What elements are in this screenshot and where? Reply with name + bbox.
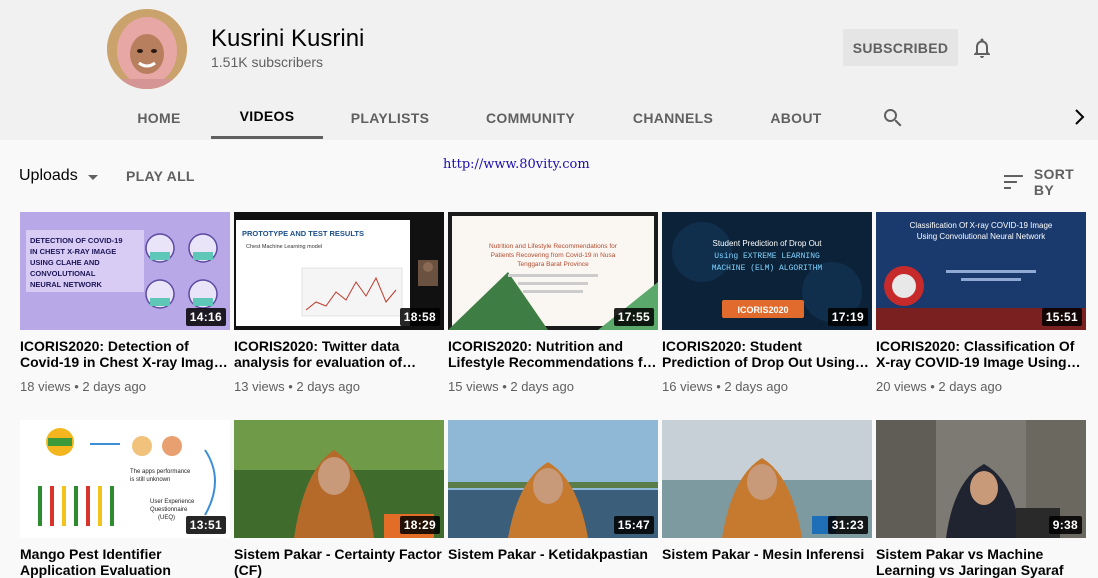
thumb-text-2: MACHINE (ELM) ALGORITHM xyxy=(712,264,823,273)
video-duration: 14:16 xyxy=(185,308,226,326)
tab-community[interactable]: COMMUNITY xyxy=(468,96,593,140)
thumb-text-0: DETECTION OF COVID-19 xyxy=(30,236,123,245)
thumb-text-3: ICORIS2020 xyxy=(737,305,788,315)
watermark-text: http://www.80vity.com xyxy=(443,157,590,172)
uploads-dropdown[interactable]: Uploads xyxy=(19,167,98,185)
video-card[interactable]: 31:23 Sistem Pakar - Mesin Inferensi xyxy=(662,420,872,562)
video-duration: 18:29 xyxy=(399,516,440,534)
video-duration: 17:55 xyxy=(613,308,654,326)
thumb-text-1: Using Convolutional Neural Network xyxy=(917,232,1047,241)
video-card[interactable]: 9:38 Sistem Pakar vs Machine Learning vs… xyxy=(876,420,1086,578)
video-card[interactable]: Classification Of X-ray COVID-19 Image U… xyxy=(876,212,1086,394)
video-title[interactable]: Sistem Pakar vs Machine Learning vs Jari… xyxy=(876,546,1086,578)
chevron-right-icon[interactable] xyxy=(1070,106,1090,128)
video-title[interactable]: Sistem Pakar - Certainty Factor (CF) xyxy=(234,546,444,578)
sort-by-label: SORT BY xyxy=(1033,166,1075,198)
video-duration: 9:38 xyxy=(1048,516,1082,534)
video-title[interactable]: Mango Pest Identifier Application Evalua… xyxy=(20,546,230,578)
subscriber-count: 1.51K subscribers xyxy=(211,54,324,70)
video-duration: 15:51 xyxy=(1041,308,1082,326)
subscribed-button[interactable]: SUBSCRIBED xyxy=(843,29,958,66)
video-thumbnail[interactable]: 9:38 xyxy=(876,420,1086,538)
channel-header: Kusrini Kusrini 1.51K subscribers SUBSCR… xyxy=(0,0,1098,140)
video-meta: 20 views • 2 days ago xyxy=(876,379,1002,394)
uploads-label: Uploads xyxy=(19,167,78,184)
sort-by-button[interactable]: SORT BY xyxy=(1004,166,1098,198)
video-title[interactable]: ICORIS2020: Twitter data analysis for ev… xyxy=(234,338,444,370)
thumb-text-0: Nutrition and Lifestyle Recommendations … xyxy=(489,243,618,250)
thumb-text-0: Student Prediction of Drop Out xyxy=(713,239,823,248)
video-thumbnail[interactable]: DETECTION OF COVID-19 IN CHEST X-RAY IMA… xyxy=(20,212,230,330)
video-thumbnail[interactable]: 15:47 xyxy=(448,420,658,538)
thumb-text-2: User Experience xyxy=(150,499,195,505)
video-title[interactable]: ICORIS2020: Detection of Covid-19 in Che… xyxy=(20,338,230,370)
video-thumbnail[interactable]: Classification Of X-ray COVID-19 Image U… xyxy=(876,212,1086,330)
video-card[interactable]: 15:47 Sistem Pakar - Ketidakpastian xyxy=(448,420,658,562)
video-title[interactable]: Sistem Pakar - Mesin Inferensi xyxy=(662,546,872,562)
thumb-text-2: USING CLAHE AND xyxy=(30,258,100,267)
video-title[interactable]: ICORIS2020: Classification Of X-ray COVI… xyxy=(876,338,1086,370)
search-icon[interactable] xyxy=(881,106,905,130)
thumb-text-1: Chest Machine Learning model xyxy=(246,244,322,250)
video-meta: 15 views • 2 days ago xyxy=(448,379,574,394)
video-duration: 17:19 xyxy=(827,308,868,326)
video-thumbnail[interactable]: The apps performance is still unknown Us… xyxy=(20,420,230,538)
video-title[interactable]: Sistem Pakar - Ketidakpastian xyxy=(448,546,658,562)
thumb-text-1: Using EXTREME LEARNING xyxy=(714,252,820,261)
tab-playlists[interactable]: PLAYLISTS xyxy=(335,96,445,140)
video-title[interactable]: ICORIS2020: Student Prediction of Drop O… xyxy=(662,338,872,370)
video-meta: 16 views • 2 days ago xyxy=(662,379,788,394)
video-meta: 13 views • 2 days ago xyxy=(234,379,360,394)
tab-home[interactable]: HOME xyxy=(118,96,200,140)
channel-tabs: HOME VIDEOS PLAYLISTS COMMUNITY CHANNELS… xyxy=(0,96,1098,140)
channel-avatar[interactable] xyxy=(107,9,187,89)
thumb-text-0: Classification Of X-ray COVID-19 Image xyxy=(910,221,1053,230)
play-all-button[interactable]: PLAY ALL xyxy=(126,168,195,184)
thumb-text-1: IN CHEST X-RAY IMAGE xyxy=(30,247,116,256)
video-duration: 15:47 xyxy=(613,516,654,534)
video-duration: 13:51 xyxy=(185,516,226,534)
video-title[interactable]: ICORIS2020: Nutrition and Lifestyle Reco… xyxy=(448,338,658,370)
thumb-text-1: is still unknown xyxy=(130,477,170,483)
thumb-text-4: NEURAL NETWORK xyxy=(30,280,103,289)
video-meta: 18 views • 2 days ago xyxy=(20,379,146,394)
tab-about[interactable]: ABOUT xyxy=(752,96,840,140)
thumb-text-0: PROTOTYPE AND TEST RESULTS xyxy=(242,229,364,238)
video-card[interactable]: PROTOTYPE AND TEST RESULTS Chest Machine… xyxy=(234,212,444,394)
sort-icon xyxy=(1004,175,1023,189)
thumb-text-3: CONVOLUTIONAL xyxy=(30,269,96,278)
caret-down-icon xyxy=(87,174,98,180)
thumb-text-3: Questionnaire xyxy=(150,507,188,513)
thumb-text-1: Patients Recovering from Covid-19 in Nus… xyxy=(491,252,616,259)
video-thumbnail[interactable]: PROTOTYPE AND TEST RESULTS Chest Machine… xyxy=(234,212,444,330)
video-card[interactable]: DETECTION OF COVID-19 IN CHEST X-RAY IMA… xyxy=(20,212,230,394)
video-thumbnail[interactable]: Nutrition and Lifestyle Recommendations … xyxy=(448,212,658,330)
thumb-text-2: Tenggara Barat Province xyxy=(517,261,589,268)
video-duration: 31:23 xyxy=(827,516,868,534)
video-duration: 18:58 xyxy=(399,308,440,326)
video-card[interactable]: Nutrition and Lifestyle Recommendations … xyxy=(448,212,658,394)
video-thumbnail[interactable]: Student Prediction of Drop Out Using EXT… xyxy=(662,212,872,330)
thumb-text-4: (UEQ) xyxy=(158,515,175,521)
video-card[interactable]: Student Prediction of Drop Out Using EXT… xyxy=(662,212,872,394)
thumb-text-0: The apps performance xyxy=(130,469,191,475)
video-card[interactable]: 18:29 Sistem Pakar - Certainty Factor (C… xyxy=(234,420,444,578)
tab-channels[interactable]: CHANNELS xyxy=(620,96,726,140)
bell-icon[interactable] xyxy=(970,36,994,60)
tab-videos[interactable]: VIDEOS xyxy=(211,96,323,139)
channel-name: Kusrini Kusrini xyxy=(211,25,365,52)
video-card[interactable]: The apps performance is still unknown Us… xyxy=(20,420,230,578)
video-thumbnail[interactable]: 18:29 xyxy=(234,420,444,538)
video-thumbnail[interactable]: 31:23 xyxy=(662,420,872,538)
